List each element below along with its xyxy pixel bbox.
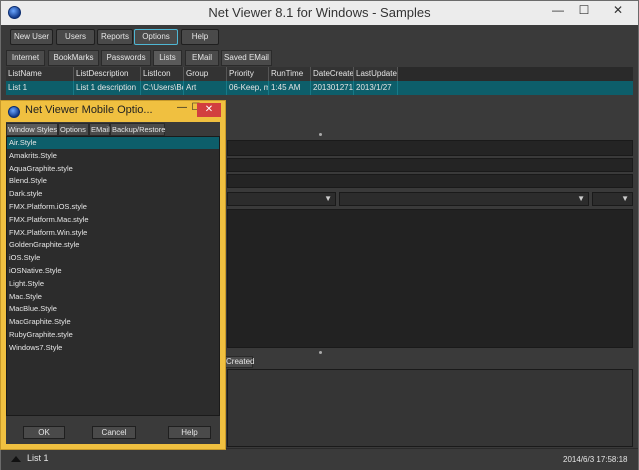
column-header[interactable]: RunTime [269,67,311,81]
dialog-title: Net Viewer Mobile Optio... [25,104,153,116]
tab-internet[interactable]: Internet [6,50,45,66]
column-header[interactable]: Group [184,67,227,81]
expand-arrow-icon[interactable] [11,456,21,462]
tab-passwords[interactable]: Passwords [101,50,151,66]
list-item[interactable]: Light.Style [7,278,219,290]
close-button[interactable]: ✕ [598,1,638,21]
list-item[interactable]: iOSNative.Style [7,265,219,277]
minimize-button[interactable]: — [546,1,570,21]
table-row[interactable]: List 1 List 1 description C:\Users\Bc Ar… [6,81,633,95]
column-header[interactable]: ListIcon [141,67,184,81]
detail-field-3[interactable] [227,174,633,188]
list-item[interactable]: iOS.Style [7,252,219,264]
list-item[interactable]: Dark.style [7,188,219,200]
content-panel[interactable] [227,209,633,348]
list-item[interactable]: Blend.Style [7,175,219,187]
table-cell: List 1 [6,81,74,95]
list-item[interactable]: Amakrits.Style [7,150,219,162]
splitter-handle[interactable] [319,133,322,136]
app-globe-icon [8,106,20,118]
cancel-button[interactable]: Cancel [92,426,136,439]
table-cell: C:\Users\Bc [141,81,184,95]
list-item[interactable]: FMX.Platform.Win.style [7,227,219,239]
table-cell: 06-Keep, m [227,81,269,95]
tab-options[interactable]: Options [58,123,89,136]
tab-backup-restore[interactable]: Backup/Restore [110,123,165,136]
list-item[interactable]: Mac.Style [7,291,219,303]
mobile-options-dialog: Net Viewer Mobile Optio... — ☐ ✕ Window … [0,100,226,450]
maximize-button[interactable]: ☐ [572,1,596,21]
list-item[interactable]: Windows7.Style [7,342,219,354]
list-item[interactable]: MacBlue.Style [7,303,219,315]
new-user-button[interactable]: New User [10,29,53,45]
tab-lists[interactable]: Lists [153,50,182,66]
table-cell: 2013/1/27 [354,81,398,95]
tab-email[interactable]: EMail [89,123,110,136]
column-header-created[interactable]: Created [225,356,254,368]
splitter-handle[interactable] [319,351,322,354]
style-list[interactable]: Air.Style Amakrits.Style AquaGraphite.st… [6,136,220,416]
dialog-footer: OK Cancel Help [6,418,220,444]
chevron-down-icon: ▼ [621,194,629,203]
chevron-down-icon: ▼ [324,194,332,203]
list-item[interactable]: RubyGraphite.style [7,329,219,341]
list-item[interactable]: FMX.Platform.Mac.style [7,214,219,226]
help-button[interactable]: Help [181,29,219,45]
detail-field-1[interactable] [227,140,633,156]
lower-panel [227,369,633,447]
tab-email[interactable]: EMail [185,50,219,66]
detail-field-2[interactable] [227,158,633,172]
tab-bookmarks[interactable]: BookMarks [48,50,99,66]
dialog-close-button[interactable]: ✕ [197,103,221,117]
status-datetime: 2014/6/3 17:58:18 [563,455,628,464]
list-item[interactable]: MacGraphite.Style [7,316,219,328]
column-header[interactable]: LastUpdated [354,67,398,81]
main-tabs: Internet BookMarks Passwords Lists EMail… [1,50,638,66]
table-cell: List 1 description [74,81,141,95]
status-current-list: List 1 [27,453,49,463]
options-button[interactable]: Options [134,29,178,45]
dialog-body: Window Styles Options EMail Backup/Resto… [6,122,220,444]
dialog-tabs: Window Styles Options EMail Backup/Resto… [6,123,220,136]
list-item[interactable]: Air.Style [7,137,219,149]
table-cell: Art [184,81,227,95]
list-item[interactable]: GoldenGraphite.style [7,239,219,251]
table-cell: 201301271 [311,81,354,95]
tab-window-styles[interactable]: Window Styles [6,123,58,136]
toolbar: New User Users Reports Options Help [1,25,638,49]
status-bar: List 1 2014/6/3 17:58:18 [1,448,638,470]
dialog-minimize-button[interactable]: — [175,102,189,113]
column-header[interactable]: ListName [6,67,74,81]
dropdown-2[interactable]: ▼ [339,192,589,206]
title-bar: Net Viewer 8.1 for Windows - Samples — ☐… [1,1,638,25]
tab-saved-email[interactable]: Saved EMail [221,50,272,66]
column-header[interactable]: ListDescription [74,67,141,81]
chevron-down-icon: ▼ [577,194,585,203]
dropdown-3[interactable]: ▼ [592,192,633,206]
reports-button[interactable]: Reports [97,29,133,45]
column-header[interactable]: Priority [227,67,269,81]
list-item[interactable]: AquaGraphite.style [7,163,219,175]
ok-button[interactable]: OK [23,426,65,439]
dropdown-1[interactable]: ▼ [227,192,336,206]
list-item[interactable]: FMX.Platform.iOS.style [7,201,219,213]
column-header[interactable]: DateCreated [311,67,354,81]
help-button[interactable]: Help [168,426,211,439]
window-title: Net Viewer 8.1 for Windows - Samples [208,5,431,20]
table-cell: 1:45 AM [269,81,311,95]
lists-grid: ListName ListDescription ListIcon Group … [6,67,633,95]
users-button[interactable]: Users [56,29,95,45]
dialog-title-bar: Net Viewer Mobile Optio... — ☐ ✕ [1,101,225,122]
